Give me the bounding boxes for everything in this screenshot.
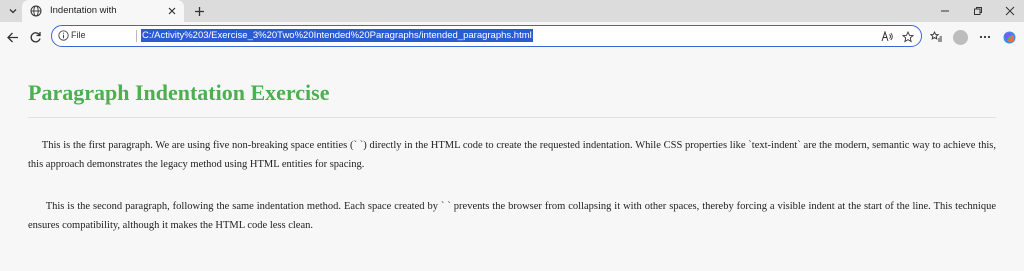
site-scheme-label[interactable]: File <box>71 30 86 40</box>
info-icon[interactable] <box>58 30 69 41</box>
read-aloud-glyph <box>881 31 893 42</box>
minimize-icon <box>941 10 949 12</box>
tab-strip: Indentation with <box>0 0 1024 22</box>
paragraph-2-text: This is the second paragraph, following … <box>28 201 996 231</box>
globe-icon <box>30 5 42 17</box>
refresh-icon <box>30 31 41 42</box>
restore-button[interactable] <box>968 3 988 19</box>
profile-button[interactable] <box>951 28 969 46</box>
paragraph-1: This is the first paragraph. We are usin… <box>28 136 996 174</box>
close-icon <box>1005 6 1015 16</box>
refresh-button[interactable] <box>26 28 44 46</box>
restore-icon <box>974 7 982 15</box>
avatar <box>952 29 968 45</box>
address-bar[interactable]: File C:/Activity%203/Exercise_3%20Two%20… <box>51 25 922 47</box>
url-text[interactable]: C:/Activity%203/Exercise_3%20Two%20Inten… <box>141 29 533 42</box>
copilot-button[interactable] <box>1000 28 1018 46</box>
settings-more-button[interactable] <box>976 28 994 46</box>
browser-toolbar: File C:/Activity%203/Exercise_3%20Two%20… <box>0 22 1024 52</box>
page-title: Paragraph Indentation Exercise <box>28 80 330 105</box>
star-glyph <box>901 30 914 42</box>
tab-list-button[interactable] <box>4 2 22 20</box>
title-divider <box>28 117 996 118</box>
plus-icon <box>194 6 204 16</box>
minimize-button[interactable] <box>935 3 955 19</box>
tab-title: Indentation with <box>50 5 117 16</box>
indent-spaces <box>28 140 42 151</box>
tab-close-button[interactable] <box>165 4 178 17</box>
favorite-star-icon[interactable] <box>901 30 914 43</box>
close-window-button[interactable] <box>1000 3 1020 19</box>
close-icon <box>168 7 175 14</box>
page-content: Paragraph Indentation Exercise This is t… <box>0 52 1024 271</box>
address-divider <box>136 30 137 42</box>
back-arrow-icon <box>6 32 18 42</box>
copilot-icon <box>1003 31 1015 43</box>
more-dots-icon <box>979 35 991 39</box>
favorites-button[interactable] <box>927 28 945 46</box>
back-button[interactable] <box>3 28 21 46</box>
paragraph-2: This is the second paragraph, following … <box>28 197 996 235</box>
read-aloud-icon[interactable] <box>880 30 893 43</box>
new-tab-button[interactable] <box>191 3 207 19</box>
indent-spaces <box>28 201 46 212</box>
favorites-list-icon <box>929 31 942 42</box>
browser-tab[interactable]: Indentation with <box>22 0 184 22</box>
paragraph-1-text: This is the first paragraph. We are usin… <box>28 140 997 170</box>
chevron-down-icon <box>9 9 17 14</box>
